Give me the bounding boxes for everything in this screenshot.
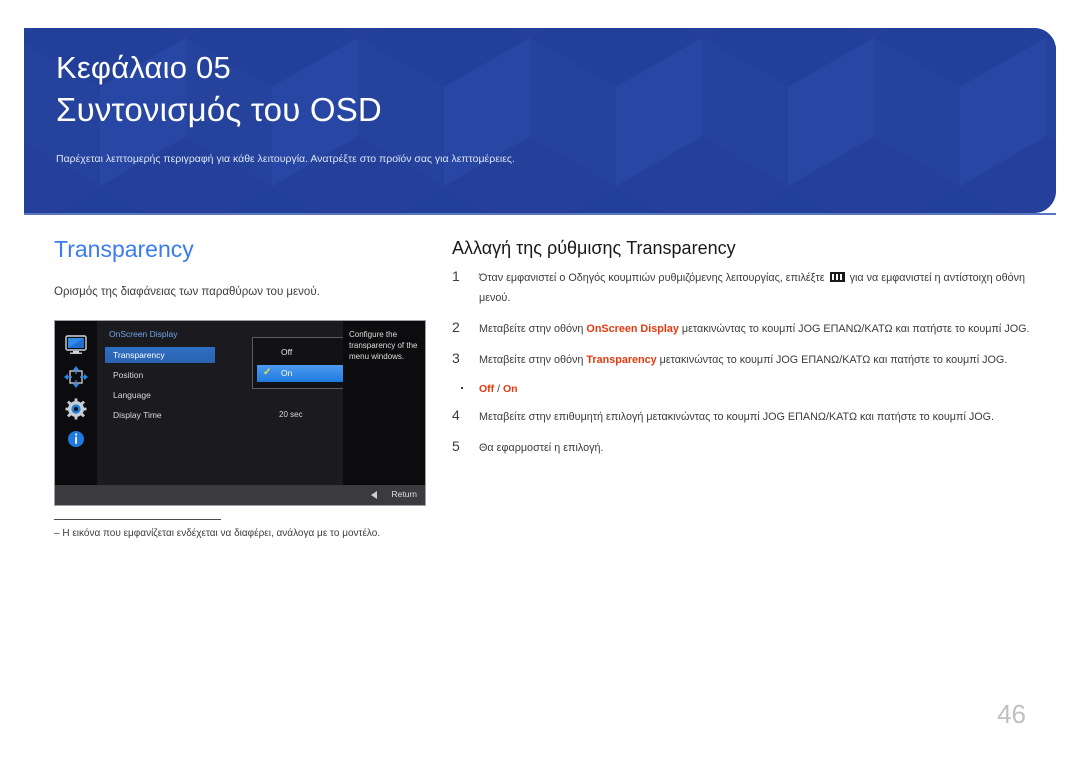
step-item: 2 Μεταβείτε στην οθόνη OnScreen Display … [452, 319, 1032, 339]
step-text-pre: Μεταβείτε στην οθόνη [479, 354, 587, 366]
osd-help-text: Configure the transparency of the menu w… [349, 330, 418, 361]
monitor-icon [63, 333, 89, 357]
osd-row-display-time[interactable]: Display Time [105, 407, 213, 423]
info-icon [63, 427, 89, 451]
osd-row-position[interactable]: Position [105, 367, 213, 383]
step-number: 4 [452, 407, 460, 423]
step-number: 5 [452, 438, 460, 454]
page-title: Συντονισμός του OSD [56, 91, 382, 128]
bullet-dot-icon [461, 387, 463, 389]
osd-menu-glyph-icon [829, 272, 845, 282]
chapter-subtitle: Παρέχεται λεπτομερής περιγραφή για κάθε … [56, 153, 515, 165]
osd-menu-panel: OnScreen Display Transparency Position L… [97, 321, 377, 485]
osd-display-time-value: 20 sec [279, 410, 303, 419]
step-text: Όταν εμφανιστεί ο Οδηγός κουμπιών ρυθμιζ… [479, 272, 1025, 304]
step-text: Μεταβείτε στην οθόνη OnScreen Display με… [479, 323, 1030, 335]
step-item: 1 Όταν εμφανιστεί ο Οδηγός κουμπιών ρυθμ… [452, 268, 1032, 308]
step-text: Μεταβείτε στην οθόνη Transparency μετακι… [479, 354, 1007, 366]
osd-icon-sidebar [55, 321, 97, 485]
steps-heading: Αλλαγή της ρύθμισης Transparency [452, 238, 736, 258]
osd-help-panel: Configure the transparency of the menu w… [343, 321, 425, 485]
step-item: 5 Θα εφαρμοστεί η επιλογή. [452, 438, 1032, 458]
position-arrows-icon [63, 365, 89, 389]
chapter-banner: Κεφάλαιο 05 Συντονισμός του OSD Παρέχετα… [24, 28, 1056, 213]
chapter-label: Κεφάλαιο 05 [56, 50, 231, 85]
osd-return-label[interactable]: Return [391, 489, 417, 499]
section-description: Ορισμός της διαφάνειας των παραθύρων του… [54, 286, 320, 298]
osd-menu-title: OnScreen Display [109, 329, 178, 339]
step-number: 3 [452, 350, 460, 366]
section-heading: Transparency [54, 236, 194, 262]
step-text-pre: Μεταβείτε στην οθόνη [479, 323, 587, 335]
step-highlight: OnScreen Display [586, 323, 679, 335]
osd-bottom-bar: Return [55, 485, 425, 505]
step-text: Μεταβείτε στην επιθυμητή επιλογή μετακιν… [479, 411, 995, 423]
options-text: Off / On [479, 383, 518, 395]
step-text-post: μετακινώντας το κουμπί JOG ΕΠΑΝΩ/ΚΑΤΩ κα… [678, 323, 1030, 335]
option-off: Off [479, 383, 495, 395]
step-number: 1 [452, 268, 460, 284]
page-number: 46 [997, 699, 1026, 729]
osd-menu-screenshot: OnScreen Display Transparency Position L… [54, 320, 426, 506]
steps-list: 1 Όταν εμφανιστεί ο Οδηγός κουμπιών ρυθμ… [452, 268, 1032, 469]
footnote-text: ‒ Η εικόνα που εμφανίζεται ενδέχεται να … [54, 528, 381, 539]
step-text: Θα εφαρμοστεί η επιλογή. [479, 442, 604, 454]
step-text-pre: Όταν εμφανιστεί ο Οδηγός κουμπιών ρυθμιζ… [479, 272, 828, 284]
gear-icon [63, 397, 89, 421]
step-text-post: μετακινώντας το κουμπί JOG ΕΠΑΝΩ/ΚΑΤΩ κα… [656, 354, 1008, 366]
step-item: 4 Μεταβείτε στην επιθυμητή επιλογή μετακ… [452, 407, 1032, 427]
osd-row-language[interactable]: Language [105, 387, 213, 403]
check-icon: ✓ [263, 367, 272, 378]
option-separator: / [494, 383, 503, 395]
options-bullet: Off / On [452, 379, 1032, 398]
return-arrow-icon [371, 491, 377, 499]
banner-underline-rule [24, 213, 1056, 215]
osd-row-transparency[interactable]: Transparency [105, 347, 215, 363]
step-item: 3 Μεταβείτε στην οθόνη Transparency μετα… [452, 350, 1032, 370]
option-on: On [502, 383, 518, 395]
step-highlight: Transparency [586, 354, 657, 366]
footnote-divider [54, 519, 221, 520]
step-number: 2 [452, 319, 460, 335]
